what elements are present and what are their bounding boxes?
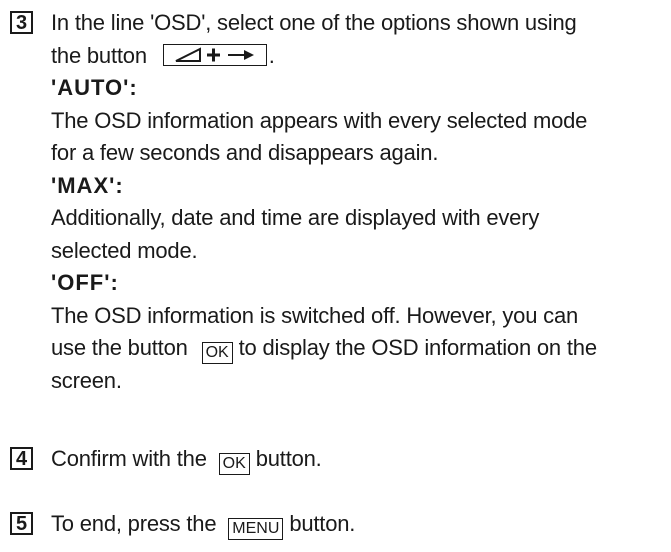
option-max-description: Additionally, date and time are displaye… [51, 205, 540, 230]
ok-key: OK [218, 453, 250, 475]
instruction-text: button. [289, 511, 356, 536]
nav-key-glyph [175, 46, 254, 62]
menu-key: MENU [228, 518, 284, 540]
instruction-text: Confirm with the [51, 446, 207, 471]
volume-plus-right-arrow-icon [162, 43, 267, 66]
option-off-description: use the button OK to display the OSD inf… [51, 332, 671, 365]
option-max-description: selected mode. [51, 237, 198, 263]
option-max-label: 'MAX': [51, 172, 124, 198]
option-off-description: screen. [51, 367, 122, 393]
option-auto-description: for a few seconds and disappears again. [51, 140, 439, 165]
step-3-body: In the line 'OSD', select one of the opt… [51, 7, 671, 397]
step-5-body: To end, press the MENU button. [51, 508, 671, 541]
instruction-text: In the line 'OSD', select one of the opt… [51, 10, 577, 35]
instruction-line: the button . [51, 40, 671, 73]
step-5: 5 To end, press the MENU button. [10, 508, 671, 541]
step-4-body: Confirm with the OK button. [51, 443, 671, 476]
instruction-text: to display the OSD information on the [238, 335, 597, 360]
option-off-description: The OSD information is switched off. How… [51, 302, 579, 328]
option-auto-label: 'AUTO': [51, 75, 138, 100]
instruction-text: button. [255, 446, 322, 471]
instruction-text: To end, press the [51, 511, 217, 536]
ok-key: OK [201, 342, 233, 364]
step-number: 5 [10, 512, 33, 535]
instruction-text: the button [51, 42, 147, 68]
step-number: 3 [10, 11, 33, 34]
instruction-text: . [268, 42, 275, 68]
instruction-text: use the button [51, 335, 188, 360]
step-number: 4 [10, 447, 33, 470]
option-auto-description: The OSD information appears with every s… [51, 107, 588, 133]
step-3: 3 In the line 'OSD', select one of the o… [10, 7, 671, 397]
step-4: 4 Confirm with the OK button. [10, 443, 671, 476]
option-off-label: 'OFF': [51, 270, 119, 295]
